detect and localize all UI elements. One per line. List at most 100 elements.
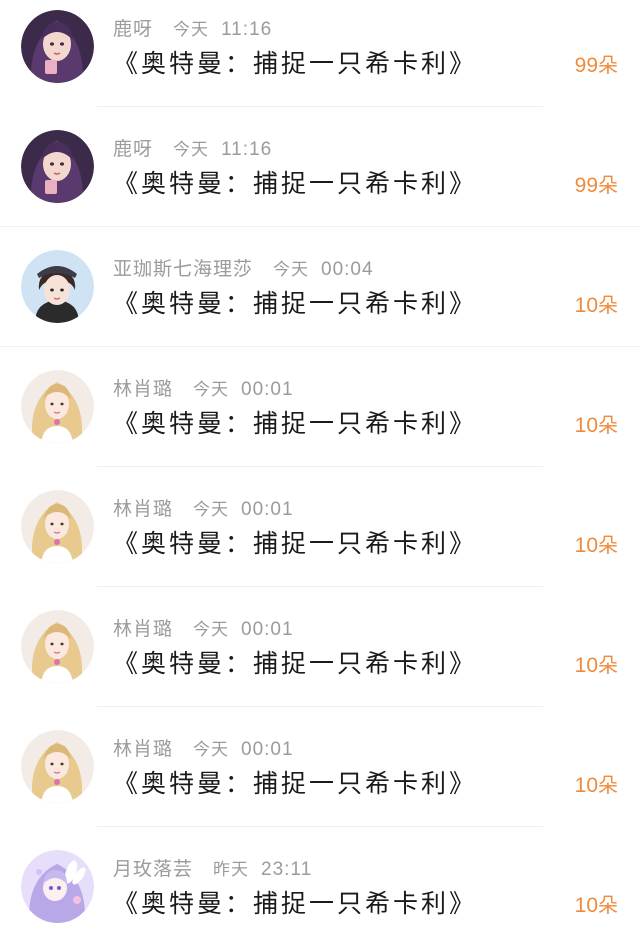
avatar-blonde-girl-icon <box>21 730 94 803</box>
gift-day: 昨天 <box>213 860 250 880</box>
gift-message: 《奥特曼：捕捉一只希卡利》 <box>113 169 478 198</box>
avatar-purple-hair-girl-icon <box>21 130 94 203</box>
gift-day: 今天 <box>193 380 230 400</box>
gift-count-unit: 朵 <box>598 173 618 197</box>
gift-row[interactable]: 林肖璐 今天 00:01 《奥特曼：捕捉一只希卡利》 10朵 <box>0 360 640 470</box>
gift-time: 00:01 <box>241 499 294 520</box>
gift-timestamp: 今天 11:16 <box>173 139 272 160</box>
gift-timestamp: 今天 00:01 <box>193 739 294 760</box>
sender-name[interactable]: 林肖璐 <box>113 498 173 520</box>
gift-count: 10朵 <box>575 650 618 680</box>
gift-day: 今天 <box>193 500 230 520</box>
gift-count-unit: 朵 <box>598 413 618 437</box>
gift-day: 今天 <box>273 260 310 280</box>
gift-row[interactable]: 林肖璐 今天 00:01 《奥特曼：捕捉一只希卡利》 10朵 <box>0 480 640 590</box>
gift-timestamp: 今天 00:01 <box>193 499 294 520</box>
gift-count: 10朵 <box>575 530 618 560</box>
gift-timestamp: 昨天 23:11 <box>213 859 312 880</box>
sender-name[interactable]: 鹿呀 <box>113 18 153 40</box>
gift-count-value: 10 <box>574 774 598 797</box>
gift-message: 《奥特曼：捕捉一只希卡利》 <box>113 289 478 318</box>
gift-count-value: 99 <box>574 54 598 77</box>
avatar-purple-hair-girl-icon <box>21 10 94 83</box>
row-divider <box>97 466 543 467</box>
gift-row[interactable]: 鹿呀 今天 11:16 《奥特曼：捕捉一只希卡利》 99朵 <box>0 0 640 110</box>
gift-time: 11:16 <box>221 139 273 160</box>
sender-meta: 鹿呀 今天 11:16 <box>113 16 272 42</box>
sender-name[interactable]: 月玫落芸 <box>113 858 193 880</box>
gift-row[interactable]: 月玫落芸 昨天 23:11 《奥特曼：捕捉一只希卡利》 10朵 <box>0 840 640 950</box>
gift-count: 10朵 <box>575 410 618 440</box>
user-avatar[interactable] <box>21 250 94 323</box>
gift-count: 99朵 <box>575 170 618 200</box>
user-avatar[interactable] <box>21 730 94 803</box>
gift-count-unit: 朵 <box>598 533 618 557</box>
avatar-anime-bunny-girl-icon <box>21 850 94 923</box>
gift-count-value: 10 <box>574 414 598 437</box>
gift-count-unit: 朵 <box>598 893 618 917</box>
gift-timestamp: 今天 00:04 <box>273 259 374 280</box>
gift-time: 00:01 <box>241 619 294 640</box>
gift-message: 《奥特曼：捕捉一只希卡利》 <box>113 889 478 918</box>
row-divider <box>97 706 543 707</box>
gift-count-value: 10 <box>574 294 598 317</box>
gift-count-unit: 朵 <box>598 53 618 77</box>
avatar-blonde-girl-icon <box>21 490 94 563</box>
gift-time: 23:11 <box>261 859 313 880</box>
avatar-blonde-girl-icon <box>21 370 94 443</box>
gift-time: 11:16 <box>221 19 273 40</box>
sender-meta: 月玫落芸 昨天 23:11 <box>113 856 312 882</box>
row-divider <box>97 106 543 107</box>
sender-meta: 林肖璐 今天 00:01 <box>113 736 294 762</box>
user-avatar[interactable] <box>21 130 94 203</box>
user-avatar[interactable] <box>21 850 94 923</box>
row-divider <box>0 226 640 227</box>
user-avatar[interactable] <box>21 610 94 683</box>
gift-count: 10朵 <box>575 890 618 920</box>
gift-list: 鹿呀 今天 11:16 《奥特曼：捕捉一只希卡利》 99朵 鹿呀 今天 11:16 《奥… <box>0 0 640 923</box>
row-divider <box>97 586 543 587</box>
avatar-cap-girl-icon <box>21 250 94 323</box>
user-avatar[interactable] <box>21 490 94 563</box>
sender-name[interactable]: 亚珈斯七海理莎 <box>113 258 253 280</box>
sender-meta: 林肖璐 今天 00:01 <box>113 616 294 642</box>
gift-count-value: 10 <box>574 894 598 917</box>
gift-count-unit: 朵 <box>598 773 618 797</box>
gift-count-value: 10 <box>574 654 598 677</box>
sender-meta: 鹿呀 今天 11:16 <box>113 136 272 162</box>
sender-meta: 林肖璐 今天 00:01 <box>113 376 294 402</box>
gift-count-value: 99 <box>574 174 598 197</box>
gift-time: 00:01 <box>241 739 294 760</box>
gift-time: 00:04 <box>321 259 374 280</box>
sender-meta: 亚珈斯七海理莎 今天 00:04 <box>113 256 374 282</box>
gift-count-unit: 朵 <box>598 653 618 677</box>
user-avatar[interactable] <box>21 10 94 83</box>
gift-day: 今天 <box>193 620 230 640</box>
gift-count: 10朵 <box>575 770 618 800</box>
gift-message: 《奥特曼：捕捉一只希卡利》 <box>113 769 478 798</box>
gift-timestamp: 今天 00:01 <box>193 619 294 640</box>
sender-name[interactable]: 林肖璐 <box>113 378 173 400</box>
gift-row[interactable]: 林肖璐 今天 00:01 《奥特曼：捕捉一只希卡利》 10朵 <box>0 720 640 830</box>
sender-name[interactable]: 林肖璐 <box>113 738 173 760</box>
gift-count: 99朵 <box>575 50 618 80</box>
avatar-blonde-girl-icon <box>21 610 94 683</box>
gift-message: 《奥特曼：捕捉一只希卡利》 <box>113 649 478 678</box>
gift-row[interactable]: 鹿呀 今天 11:16 《奥特曼：捕捉一只希卡利》 99朵 <box>0 120 640 230</box>
sender-name[interactable]: 鹿呀 <box>113 138 153 160</box>
gift-count-value: 10 <box>574 534 598 557</box>
gift-message: 《奥特曼：捕捉一只希卡利》 <box>113 409 478 438</box>
gift-message: 《奥特曼：捕捉一只希卡利》 <box>113 529 478 558</box>
gift-timestamp: 今天 11:16 <box>173 19 272 40</box>
gift-day: 今天 <box>193 740 230 760</box>
sender-name[interactable]: 林肖璐 <box>113 618 173 640</box>
gift-count-unit: 朵 <box>598 293 618 317</box>
gift-message: 《奥特曼：捕捉一只希卡利》 <box>113 49 478 78</box>
gift-timestamp: 今天 00:01 <box>193 379 294 400</box>
sender-meta: 林肖璐 今天 00:01 <box>113 496 294 522</box>
gift-row[interactable]: 林肖璐 今天 00:01 《奥特曼：捕捉一只希卡利》 10朵 <box>0 600 640 710</box>
user-avatar[interactable] <box>21 370 94 443</box>
gift-count: 10朵 <box>575 290 618 320</box>
gift-row[interactable]: 亚珈斯七海理莎 今天 00:04 《奥特曼：捕捉一只希卡利》 10朵 <box>0 240 640 350</box>
gift-day: 今天 <box>173 20 210 40</box>
